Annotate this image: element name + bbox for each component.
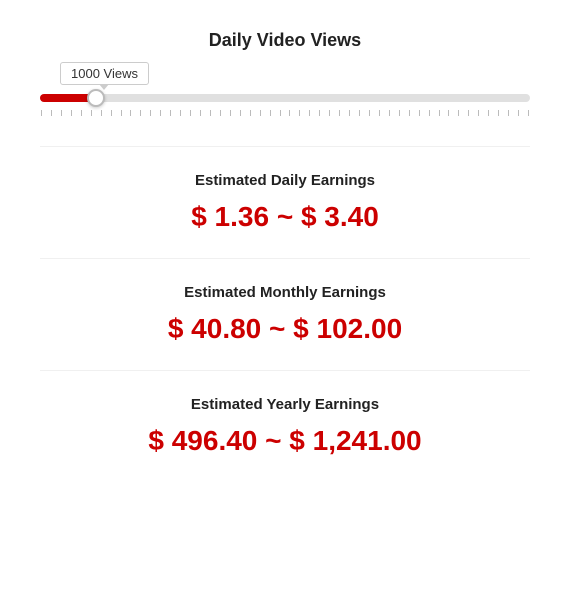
slider-title: Daily Video Views [209, 30, 361, 51]
yearly-earnings-section: Estimated Yearly Earnings $ 496.40 ~ $ 1… [40, 370, 530, 482]
daily-earnings-label: Estimated Daily Earnings [195, 172, 375, 189]
monthly-earnings-value: $ 40.80 ~ $ 102.00 [168, 313, 402, 345]
daily-earnings-section: Estimated Daily Earnings $ 1.36 ~ $ 3.40 [40, 146, 530, 258]
slider-tooltip: 1000 Views [60, 62, 149, 85]
monthly-earnings-label: Estimated Monthly Earnings [184, 284, 386, 301]
monthly-earnings-section: Estimated Monthly Earnings $ 40.80 ~ $ 1… [40, 258, 530, 370]
slider-section: Daily Video Views 1000 Views // Render t… [40, 30, 530, 116]
yearly-earnings-label: Estimated Yearly Earnings [191, 396, 379, 413]
views-slider[interactable] [40, 94, 530, 102]
daily-earnings-value: $ 1.36 ~ $ 3.40 [191, 201, 379, 233]
yearly-earnings-value: $ 496.40 ~ $ 1,241.00 [148, 425, 421, 457]
tick-marks: // Render ticks inline const tickContain… [40, 110, 530, 116]
